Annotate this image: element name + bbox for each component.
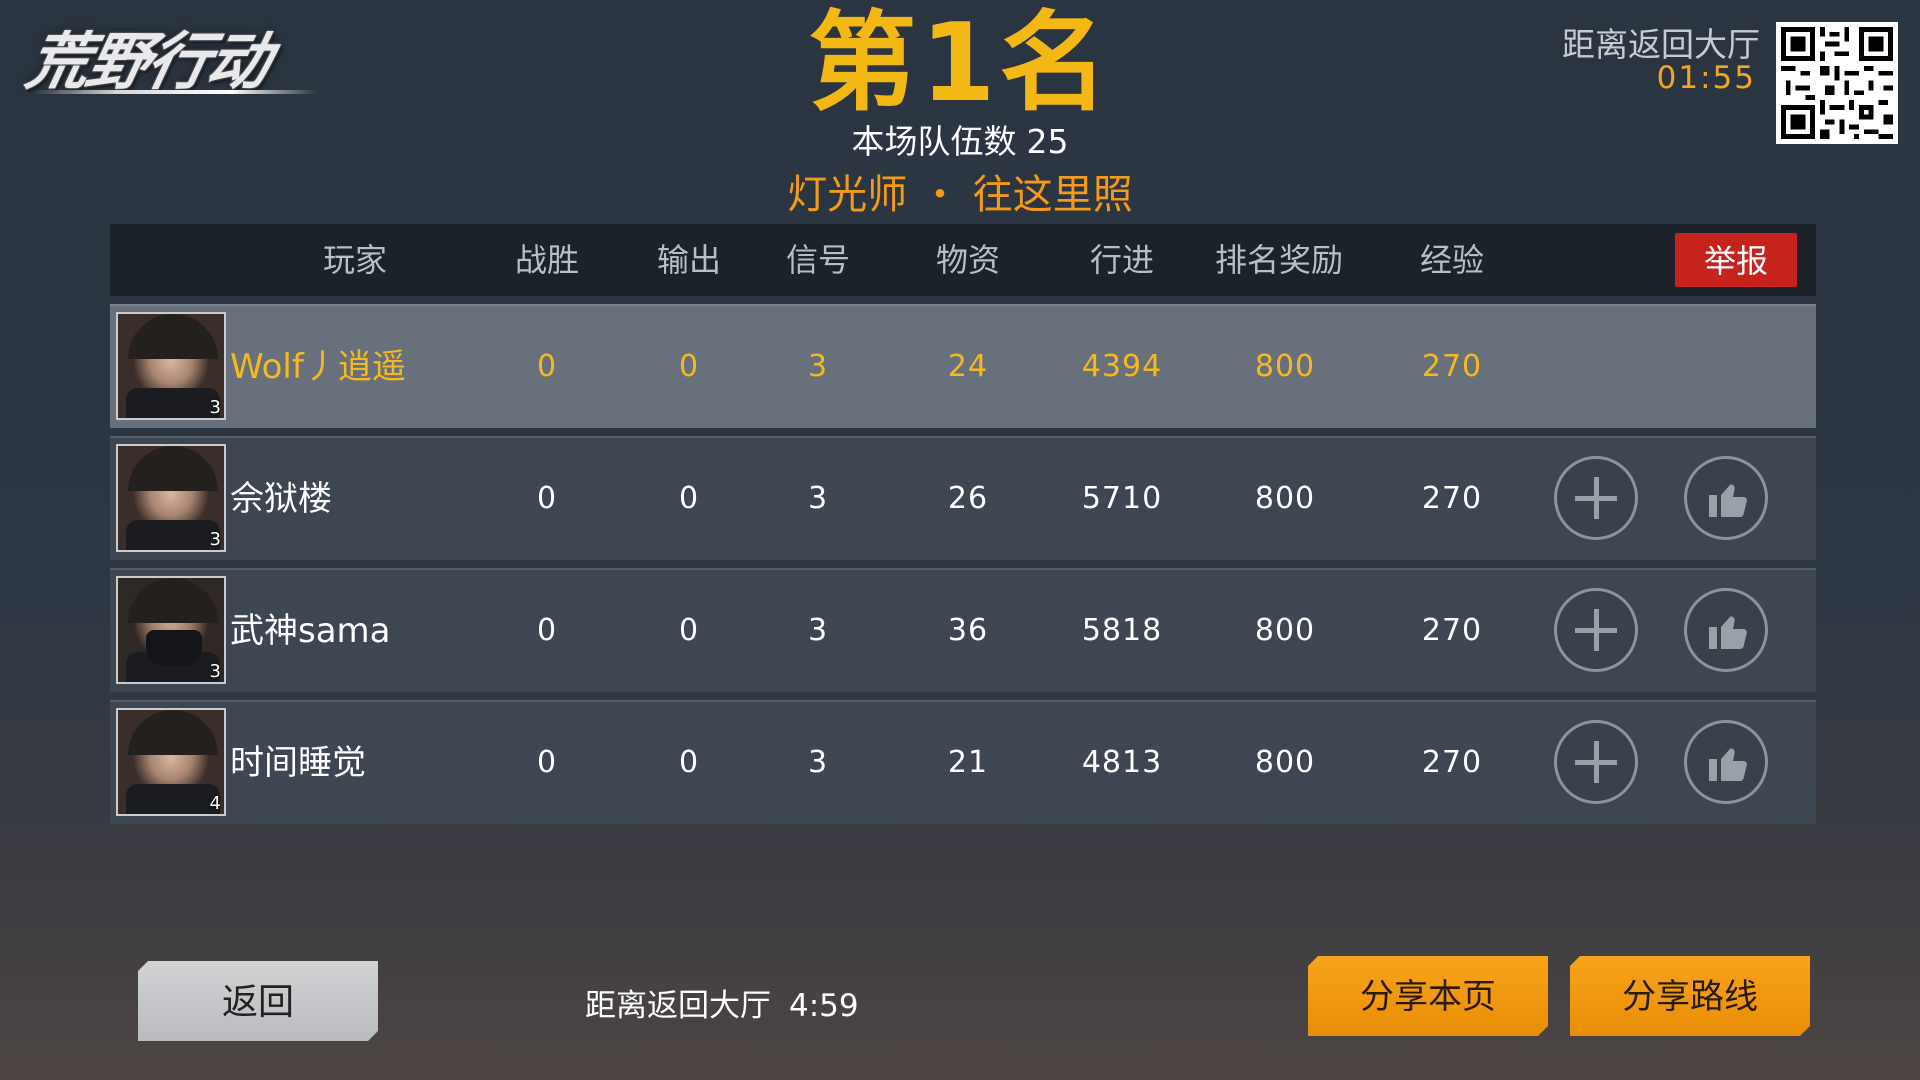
return-lobby-label: 距离返回大厅	[1562, 25, 1760, 64]
kills-value: 0	[536, 745, 558, 780]
back-button[interactable]: 返回	[138, 961, 378, 1041]
supplies-value: 21	[947, 745, 989, 780]
scoreboard-table: 玩家 战胜 输出 信号 物资 行进 排名奖励 经验 举报 3 Wolf丿逍遥 0…	[110, 224, 1816, 824]
col-header-kills: 战胜	[514, 241, 580, 279]
countdown-time: 4:59	[789, 988, 859, 1024]
player-avatar[interactable]: 4	[116, 708, 226, 816]
share-page-button[interactable]: 分享本页	[1308, 956, 1548, 1036]
honor-title: 灯光师 ・ 往这里照	[787, 172, 1133, 218]
signal-value: 3	[807, 745, 829, 780]
player-level: 3	[209, 661, 221, 682]
player-level: 3	[209, 397, 221, 418]
col-header-supplies: 物资	[935, 241, 1001, 279]
damage-value: 0	[678, 613, 700, 648]
bottom-countdown: 距离返回大厅 4:59	[585, 980, 859, 1025]
rank-reward-value: 800	[1254, 481, 1316, 516]
table-row: 4 时间睡觉 0 0 3 21 4813 800 270	[110, 700, 1816, 824]
signal-value: 3	[807, 349, 829, 384]
exp-value: 270	[1421, 349, 1483, 384]
player-avatar[interactable]: 3	[116, 576, 226, 684]
add-friend-button[interactable]	[1554, 588, 1638, 672]
supplies-value: 36	[947, 613, 989, 648]
player-level: 4	[209, 793, 221, 814]
table-row: 3 佘狱楼 0 0 3 26 5710 800 270	[110, 436, 1816, 560]
table-row: 3 Wolf丿逍遥 0 0 3 24 4394 800 270	[110, 304, 1816, 428]
return-lobby-timer: 01:55	[1656, 60, 1756, 96]
table-row: 3 武神sama 0 0 3 36 5818 800 270	[110, 568, 1816, 692]
col-header-damage: 输出	[656, 241, 722, 279]
like-button[interactable]	[1684, 456, 1768, 540]
rank-reward-value: 800	[1254, 349, 1316, 384]
rank-reward-value: 800	[1254, 745, 1316, 780]
col-header-exp: 经验	[1419, 241, 1485, 279]
thumbs-up-icon	[1709, 616, 1747, 649]
travel-value: 4813	[1081, 745, 1163, 780]
thumbs-up-icon	[1709, 748, 1747, 781]
damage-value: 0	[678, 349, 700, 384]
travel-value: 4394	[1081, 349, 1163, 384]
team-count-label: 本场队伍数	[851, 122, 1017, 161]
damage-value: 0	[678, 481, 700, 516]
thumbs-up-icon	[1709, 484, 1747, 517]
player-name: 佘狱楼	[230, 479, 332, 519]
player-level: 3	[209, 529, 221, 550]
rank-reward-value: 800	[1254, 613, 1316, 648]
player-name: 时间睡觉	[230, 743, 366, 783]
travel-value: 5710	[1081, 481, 1163, 516]
col-header-signal: 信号	[785, 241, 851, 279]
exp-value: 270	[1421, 613, 1483, 648]
kills-value: 0	[536, 613, 558, 648]
mask-graphic	[146, 630, 202, 666]
countdown-label: 距离返回大厅	[585, 988, 771, 1024]
share-route-button[interactable]: 分享路线	[1570, 956, 1810, 1036]
signal-value: 3	[807, 481, 829, 516]
report-button[interactable]: 举报	[1675, 233, 1797, 287]
signal-value: 3	[807, 613, 829, 648]
exp-value: 270	[1421, 481, 1483, 516]
player-avatar[interactable]: 3	[116, 312, 226, 420]
kills-value: 0	[536, 349, 558, 384]
qr-code-icon	[1776, 22, 1898, 144]
like-button[interactable]	[1684, 720, 1768, 804]
supplies-value: 26	[947, 481, 989, 516]
col-header-travel: 行进	[1089, 241, 1155, 279]
travel-value: 5818	[1081, 613, 1163, 648]
col-header-rank-reward: 排名奖励	[1214, 241, 1344, 279]
damage-value: 0	[678, 745, 700, 780]
player-name: Wolf丿逍遥	[230, 347, 406, 387]
exp-value: 270	[1421, 745, 1483, 780]
table-header: 玩家 战胜 输出 信号 物资 行进 排名奖励 经验 举报	[110, 224, 1816, 296]
kills-value: 0	[536, 481, 558, 516]
player-avatar[interactable]: 3	[116, 444, 226, 552]
team-count-value: 25	[1026, 122, 1069, 161]
supplies-value: 24	[947, 349, 989, 384]
col-header-player: 玩家	[322, 241, 388, 279]
like-button[interactable]	[1684, 588, 1768, 672]
team-count: 本场队伍数 25	[0, 115, 1920, 163]
add-friend-button[interactable]	[1554, 456, 1638, 540]
player-name: 武神sama	[230, 611, 391, 651]
add-friend-button[interactable]	[1554, 720, 1638, 804]
